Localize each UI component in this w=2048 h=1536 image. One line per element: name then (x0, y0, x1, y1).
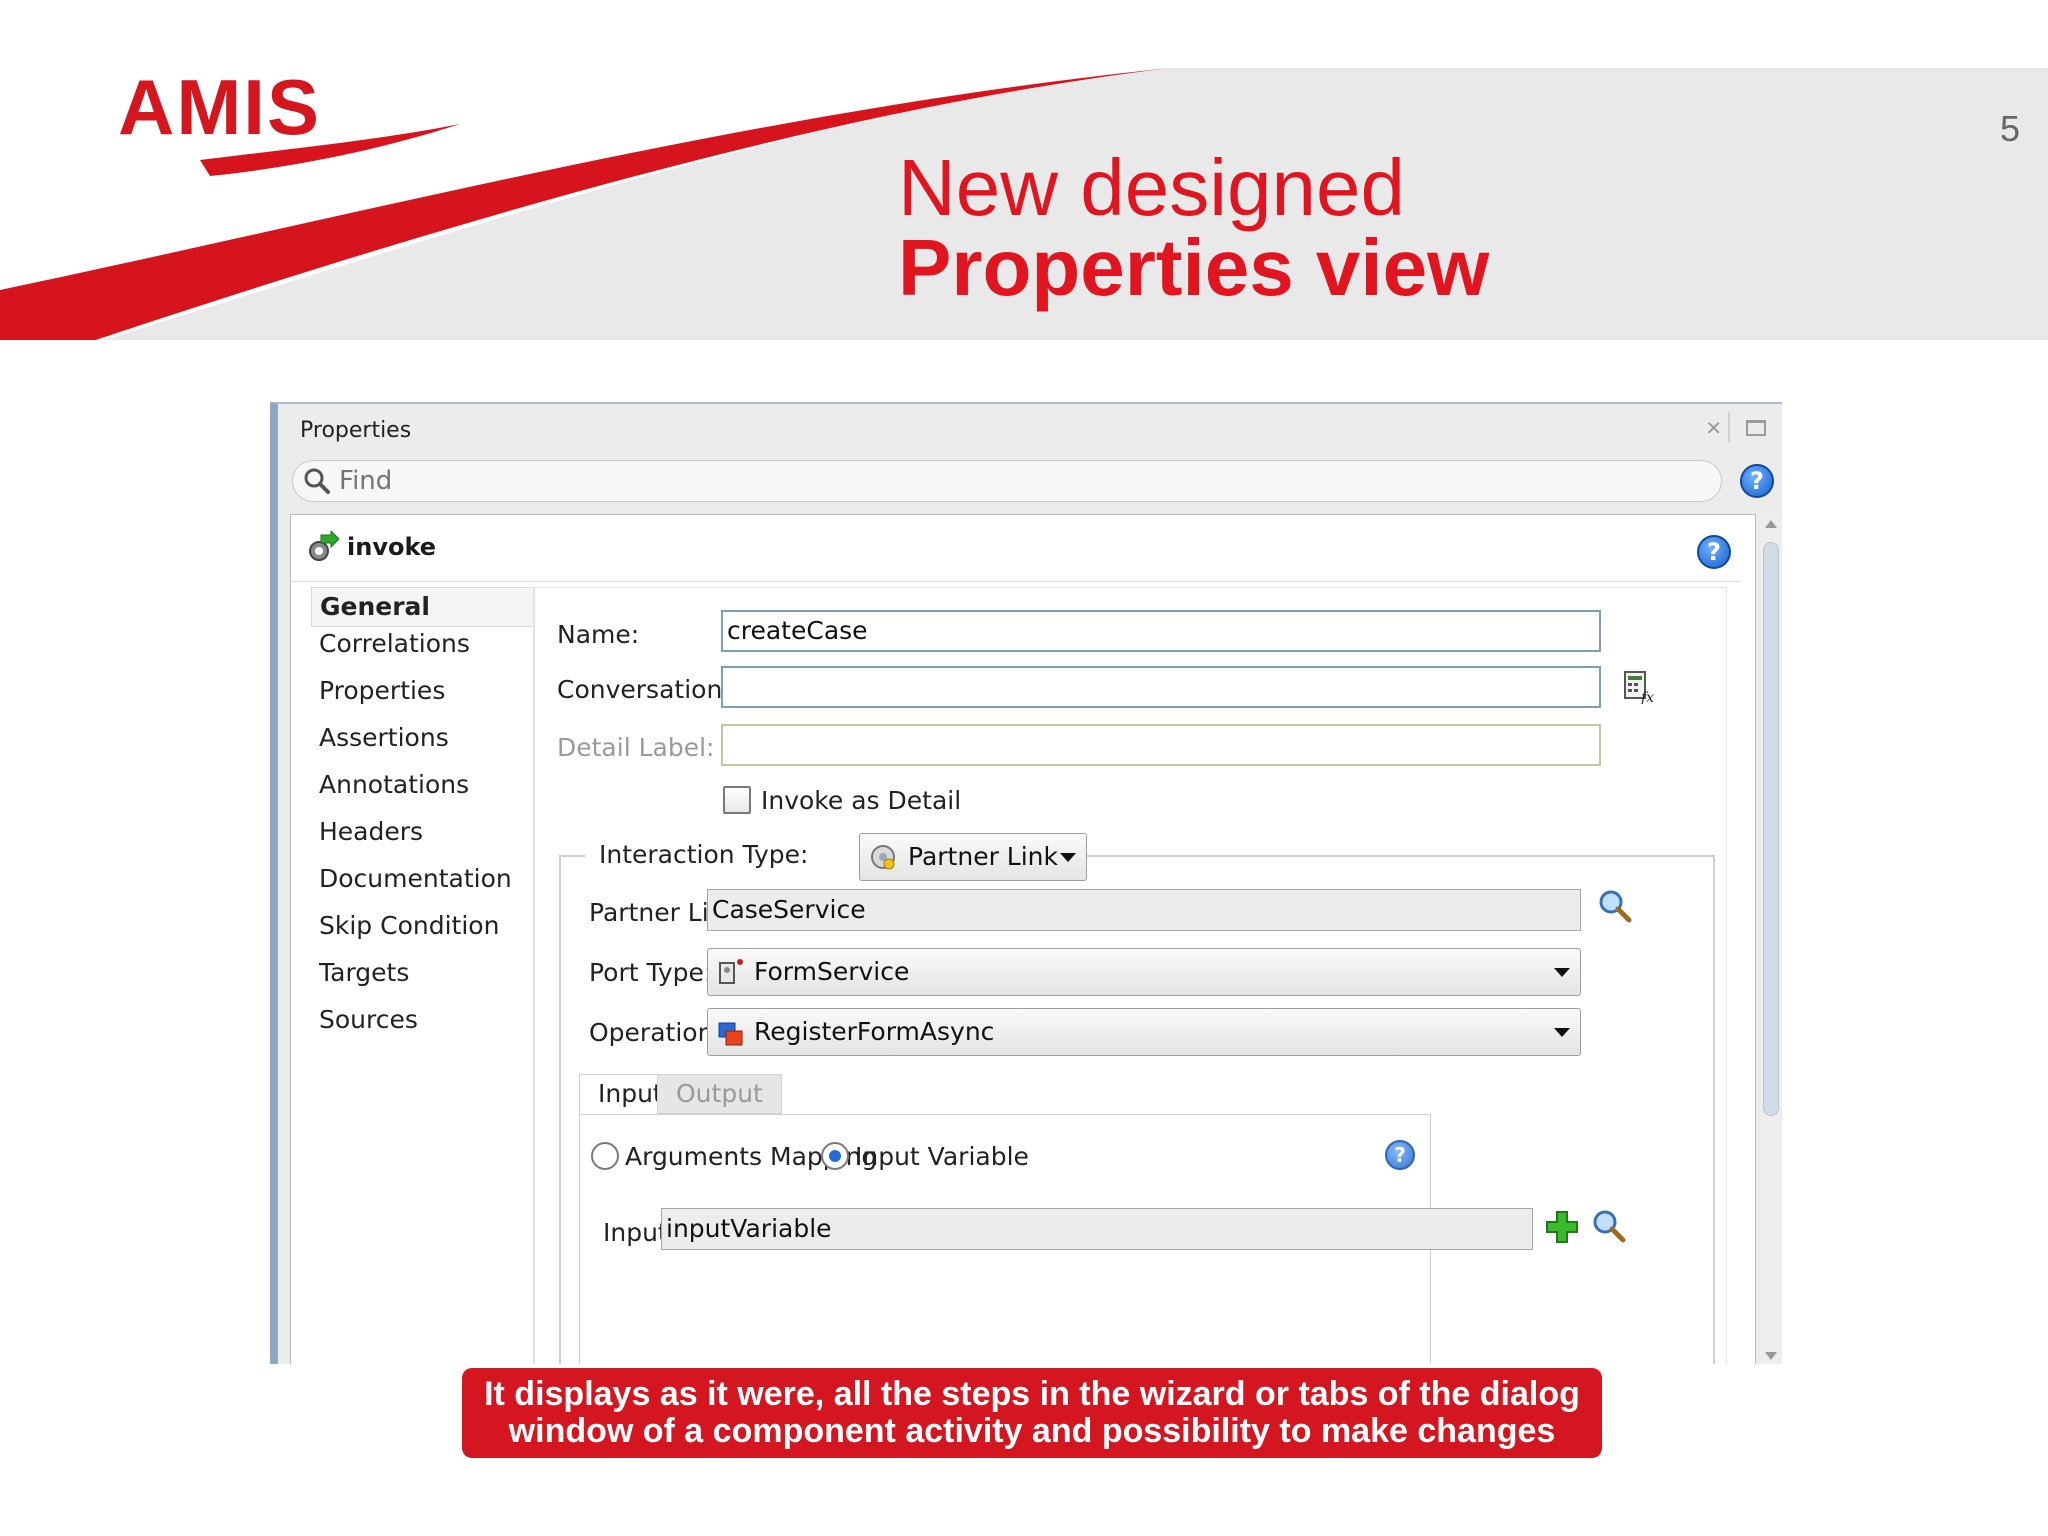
detail-label-input[interactable] (721, 724, 1601, 766)
general-panel: Name: createCase Conversation ID: fx Det… (535, 587, 1727, 1364)
port-type-icon (719, 959, 743, 984)
vertical-scrollbar[interactable] (1760, 514, 1782, 1364)
input-variable-label: Input Variable (855, 1142, 1029, 1171)
search-icon (304, 468, 330, 494)
add-icon[interactable] (1545, 1210, 1579, 1244)
amis-logo: AMIS (118, 63, 321, 151)
group-border-right-top (1061, 855, 1715, 857)
minimize-icon[interactable] (1746, 420, 1766, 436)
help-icon[interactable]: ? (1740, 464, 1774, 498)
port-type-value: FormService (754, 957, 910, 986)
close-icon[interactable]: ✕ (1705, 416, 1722, 440)
name-input[interactable]: createCase (721, 610, 1601, 652)
chevron-down-icon (1060, 853, 1076, 862)
scroll-thumb[interactable] (1763, 542, 1779, 1116)
nav-item-annotations[interactable]: Annotations (319, 770, 469, 799)
slide-title: New designed Properties view (898, 148, 1489, 308)
nav-item-documentation[interactable]: Documentation (319, 864, 512, 893)
nav-item-correlations[interactable]: Correlations (319, 629, 470, 658)
activity-help-icon[interactable]: ? (1697, 535, 1731, 569)
invoke-as-detail-label: Invoke as Detail (761, 786, 962, 815)
tab-panel-left (579, 1114, 580, 1364)
interaction-type-label: Interaction Type: (599, 840, 809, 869)
partner-link-icon (871, 845, 895, 870)
find-input[interactable] (339, 463, 1699, 499)
nav-item-general[interactable]: General (311, 587, 533, 627)
nav-item-assertions[interactable]: Assertions (319, 723, 449, 752)
input-variable-radio[interactable] (821, 1142, 849, 1170)
group-border-left-top (559, 855, 585, 857)
nav-item-headers[interactable]: Headers (319, 817, 423, 846)
operation-label: Operation: (589, 1018, 722, 1047)
name-label: Name: (557, 620, 640, 649)
port-type-select[interactable]: FormService (707, 948, 1581, 996)
title-separator (1728, 412, 1730, 442)
nav-item-skip-condition[interactable]: Skip Condition (319, 911, 499, 940)
activity-name: invoke (347, 533, 437, 561)
invoke-as-detail-checkbox[interactable] (723, 786, 751, 814)
partner-link-field[interactable]: CaseService (707, 889, 1581, 931)
magnifier-icon[interactable] (1591, 1208, 1627, 1244)
callout-line1: It displays as it were, all the steps in… (484, 1375, 1580, 1413)
group-border-right (1713, 855, 1715, 1364)
nav-item-properties[interactable]: Properties (319, 676, 445, 705)
tab-output[interactable]: Output (657, 1074, 782, 1114)
group-border-left (559, 855, 561, 1364)
mapping-help-icon[interactable]: ? (1385, 1140, 1415, 1170)
operation-select[interactable]: RegisterFormAsync (707, 1008, 1581, 1056)
scroll-up-icon[interactable] (1765, 520, 1777, 528)
chevron-down-icon (1554, 1028, 1570, 1037)
callout-box: It displays as it were, all the steps in… (462, 1368, 1602, 1458)
operation-icon (718, 1022, 743, 1046)
svg-text:fx: fx (1640, 690, 1654, 704)
conversation-id-input[interactable] (721, 666, 1601, 708)
chevron-down-icon (1554, 968, 1570, 977)
header-divider (291, 581, 1741, 582)
properties-content: invoke ? General Correlations Properties… (290, 514, 1756, 1364)
input-variable-field[interactable]: inputVariable (661, 1208, 1533, 1250)
scroll-down-icon[interactable] (1765, 1352, 1777, 1360)
invoke-gear-icon (309, 531, 339, 561)
nav-item-targets[interactable]: Targets (319, 958, 409, 987)
expression-builder-icon[interactable]: fx (1623, 670, 1657, 704)
callout-line2: window of a component activity and possi… (508, 1412, 1556, 1450)
interaction-type-value: Partner Link (908, 842, 1058, 871)
slide-title-line2: Properties view (898, 223, 1490, 312)
tab-panel-top (579, 1114, 1431, 1115)
nav-item-sources[interactable]: Sources (319, 1005, 418, 1034)
magnifier-icon[interactable] (1597, 888, 1633, 924)
find-bar (292, 460, 1722, 502)
section-nav: General Correlations Properties Assertio… (311, 587, 535, 1364)
interaction-type-select[interactable]: Partner Link (859, 833, 1087, 881)
port-type-label: Port Type: (589, 958, 713, 987)
properties-window: Properties ✕ ? invoke ? General Correlat… (270, 402, 1782, 1364)
operation-value: RegisterFormAsync (754, 1017, 995, 1046)
detail-label-label: Detail Label: (557, 733, 715, 762)
page-number: 5 (1999, 108, 2020, 149)
slide-title-line1: New designed (898, 143, 1405, 232)
arguments-mapping-radio[interactable] (591, 1142, 619, 1170)
window-title: Properties (300, 418, 412, 443)
